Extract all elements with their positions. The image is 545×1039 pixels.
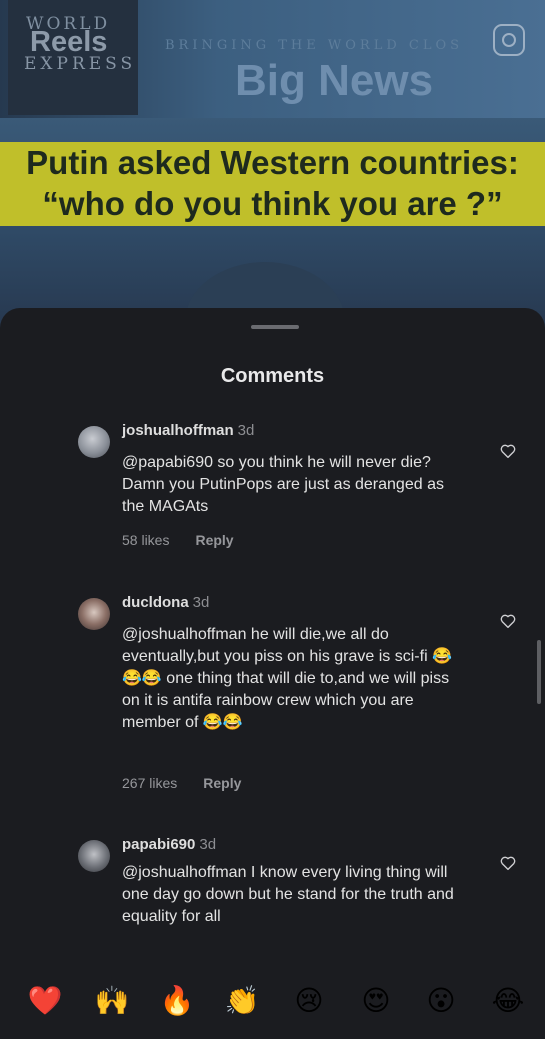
avatar[interactable] [78, 840, 110, 872]
avatar[interactable] [78, 598, 110, 630]
logo-express-text: EXPRESS [24, 54, 137, 74]
sheet-title: Comments [220, 365, 325, 387]
like-count[interactable]: 267 likes [122, 775, 177, 791]
big-news-title: Big News [235, 56, 434, 105]
heart-icon[interactable] [499, 442, 517, 460]
video-background: WORLD Reels EXPRESS BRINGING THE WORLD C… [0, 0, 545, 330]
heart-eyes-emoji-icon[interactable]: 😍 [356, 978, 396, 1024]
camera-icon[interactable] [493, 24, 525, 56]
reply-button[interactable]: Reply [195, 532, 233, 548]
emoji-reaction-bar: ❤️ 🙌 🔥 👏 😢 😍 😮 😂 [0, 978, 545, 1028]
comment-text: @joshualhoffman he will die,we all do ev… [122, 626, 452, 731]
headline-line-2: “who do you think you are ?” [42, 185, 503, 222]
clapping-emoji-icon[interactable]: 👏 [222, 978, 262, 1024]
comment-meta: 267 likes Reply [122, 775, 241, 791]
comment-time: 3d [199, 836, 217, 853]
heart-icon[interactable] [499, 854, 517, 872]
heart-icon[interactable] [499, 612, 517, 630]
fire-emoji-icon[interactable]: 🔥 [157, 978, 197, 1024]
crying-emoji-icon[interactable]: 😢 [289, 978, 329, 1024]
banner-tagline: BRINGING THE WORLD CLOS [165, 38, 464, 53]
surprised-emoji-icon[interactable]: 😮 [421, 978, 461, 1024]
avatar[interactable] [78, 426, 110, 458]
raised-hands-emoji-icon[interactable]: 🙌 [92, 978, 132, 1024]
comment-text: @joshualhoffman I know every living thin… [122, 864, 454, 925]
comment-text: @papabi690 so you think he will never di… [122, 454, 444, 515]
headline-line-1: Putin asked Western countries: [26, 144, 519, 181]
comment-username[interactable]: papabi690 3d [122, 836, 216, 853]
headline-banner: Putin asked Western countries: “who do y… [0, 142, 545, 226]
username-text: papabi690 [122, 836, 196, 853]
comment-time: 3d [192, 594, 210, 611]
like-count[interactable]: 58 likes [122, 532, 169, 548]
comment-username[interactable]: joshualhoffman 3d [122, 422, 254, 439]
comment-time: 3d [237, 422, 255, 439]
reply-button[interactable]: Reply [203, 775, 241, 791]
scrollbar[interactable] [537, 640, 541, 704]
comments-sheet: Comments joshualhoffman 3d @papabi690 so … [0, 308, 545, 1039]
laughing-emoji-icon[interactable]: 😂 [488, 978, 528, 1024]
comment-username[interactable]: ducldona 3d [122, 594, 209, 611]
username-text: ducldona [122, 594, 189, 611]
username-text: joshualhoffman [122, 422, 234, 439]
comment-meta: 58 likes Reply [122, 532, 234, 548]
heart-emoji-icon[interactable]: ❤️ [25, 978, 65, 1024]
drag-handle[interactable] [251, 325, 299, 329]
channel-logo: WORLD Reels EXPRESS [8, 0, 138, 115]
